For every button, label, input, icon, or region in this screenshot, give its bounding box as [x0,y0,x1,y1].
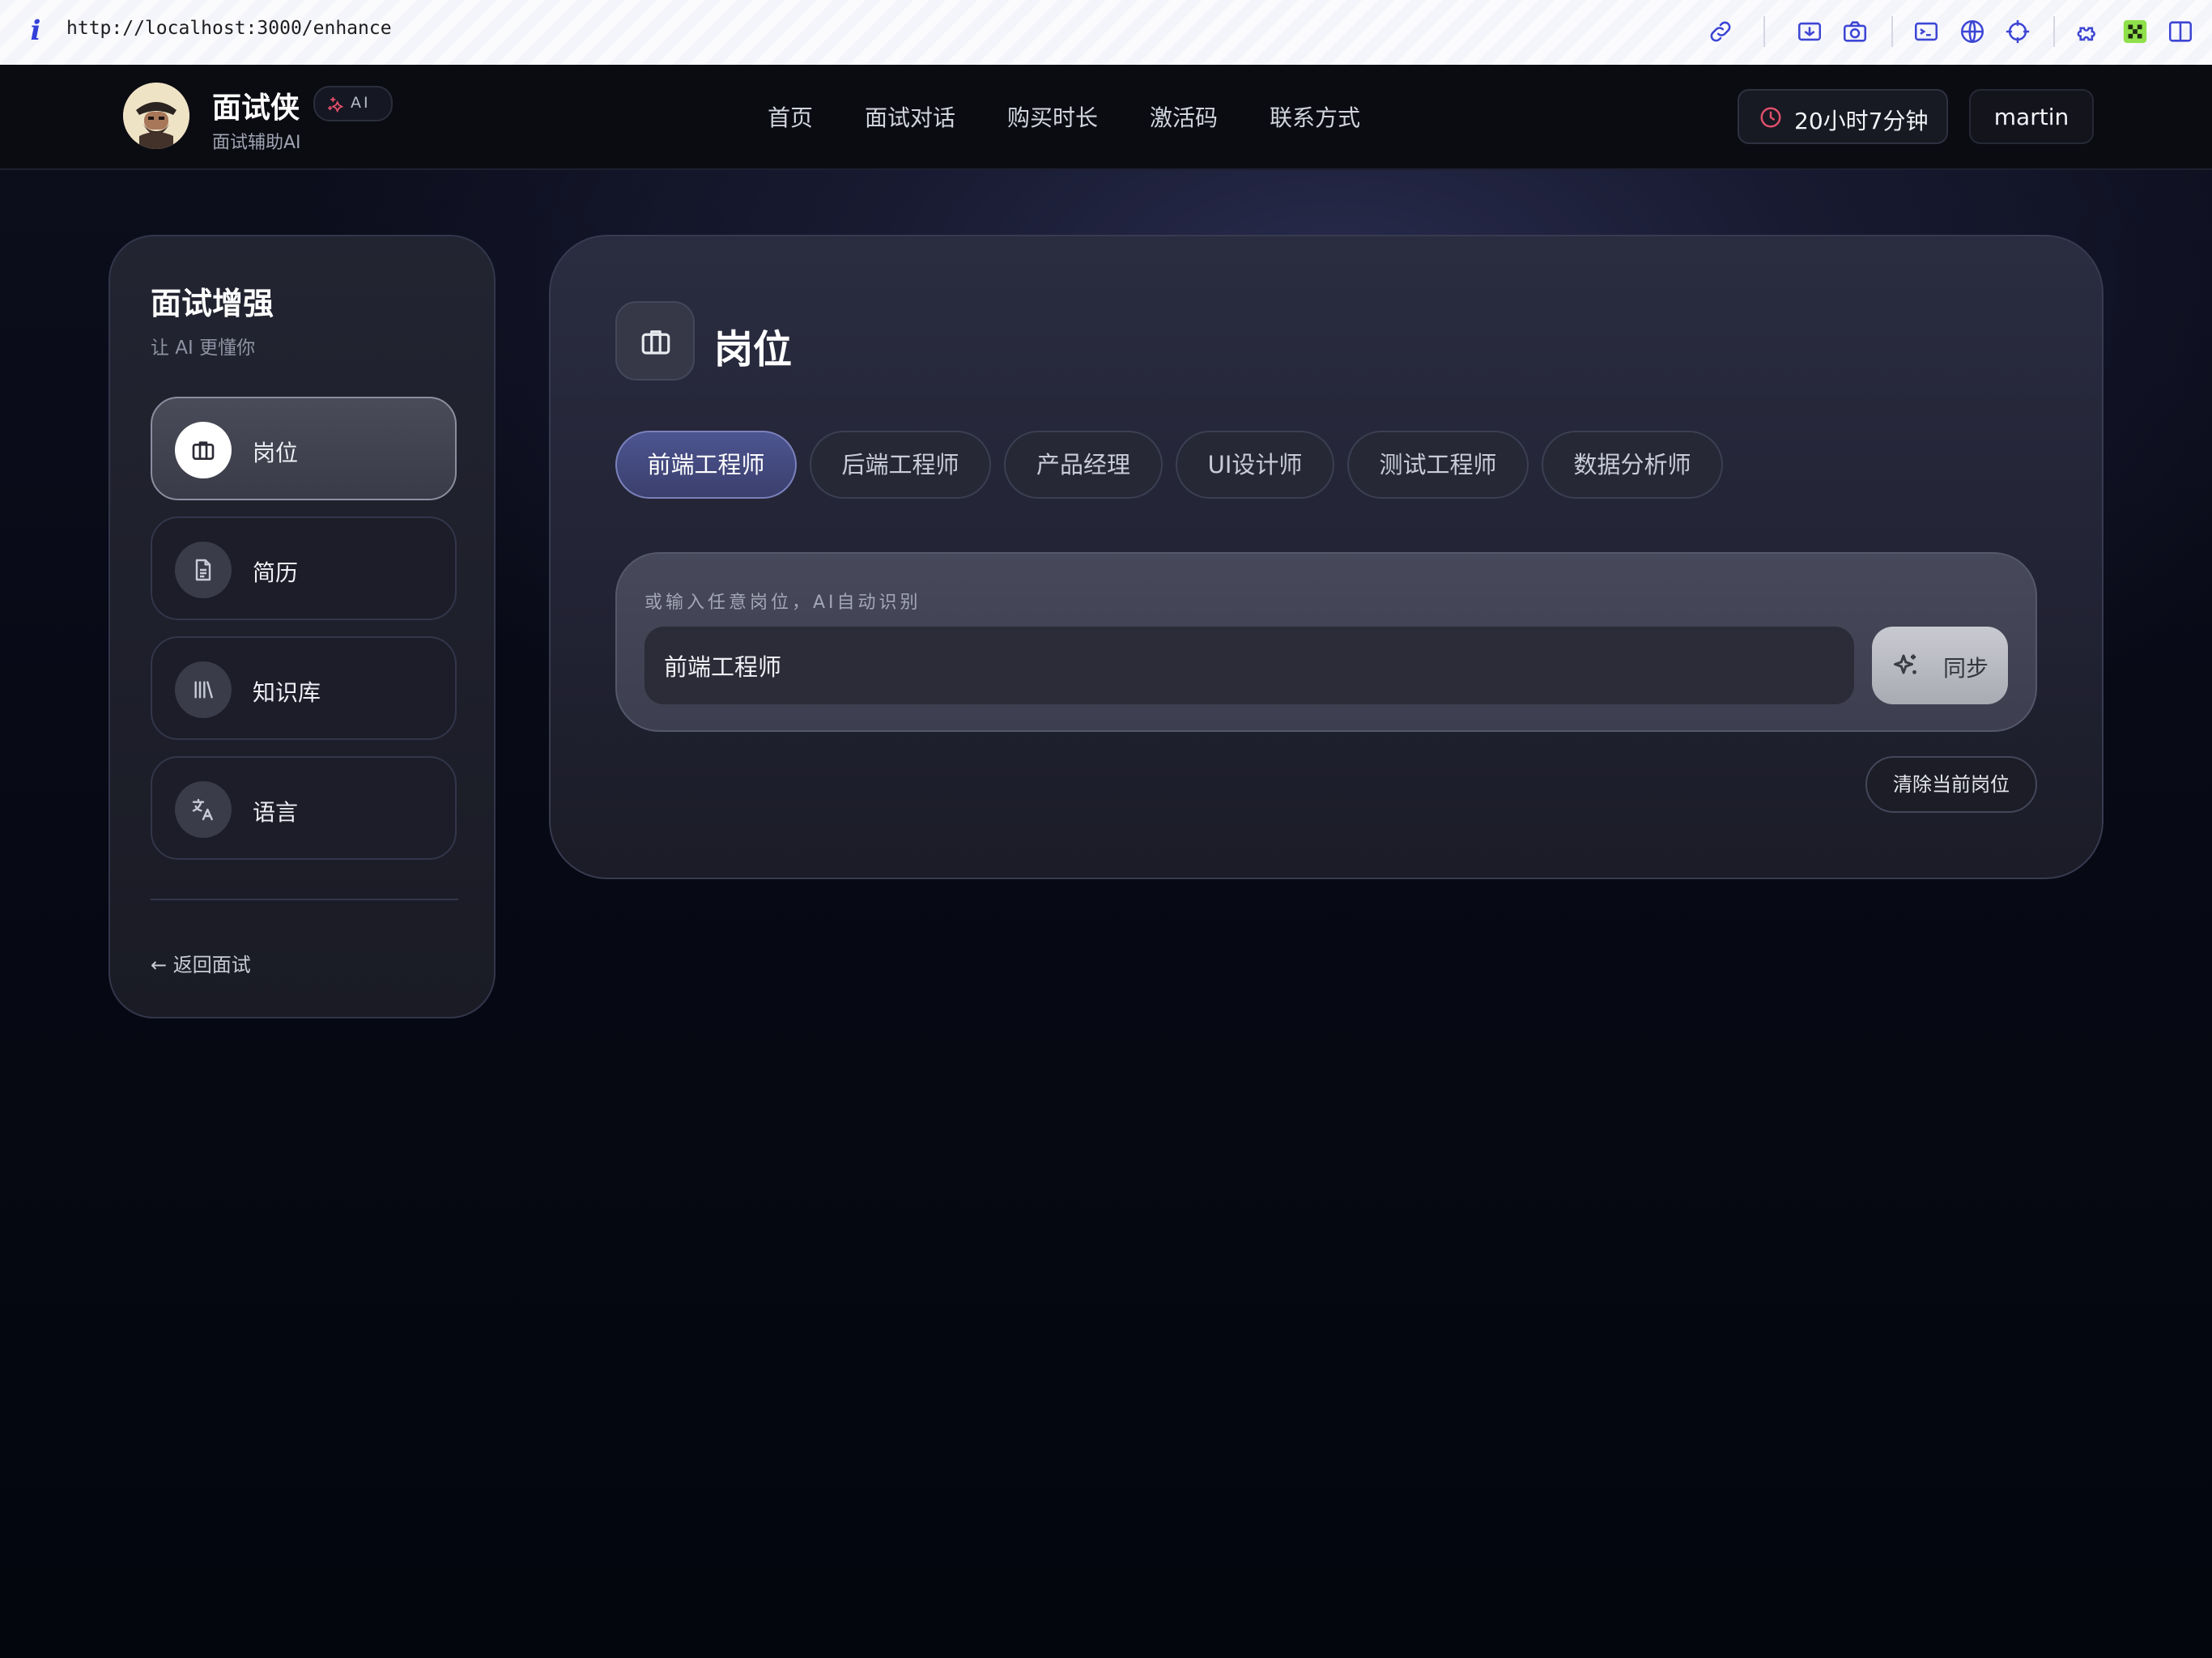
crosshair-icon[interactable] [2004,18,2031,45]
clock-icon [1760,107,1781,128]
document-icon [175,542,232,598]
brand-subtitle: 面试辅助AI [212,133,301,153]
ai-badge-label: AI [351,94,371,112]
globe-icon[interactable] [1959,18,1986,45]
sparkle-icon [327,96,344,113]
info-icon[interactable]: i [24,13,47,49]
nav-link-interview-chat[interactable]: 面试对话 [865,100,955,133]
sync-button[interactable]: 同步 [1872,627,2008,704]
clear-position-button[interactable]: 清除当前岗位 [1865,756,2037,813]
sidebar-item-resume[interactable]: 简历 [151,517,457,620]
sparkle-icon [1894,654,1916,674]
chip-data-analyst[interactable]: 数据分析师 [1542,431,1723,499]
chip-test-engineer[interactable]: 测试工程师 [1347,431,1529,499]
user-menu-button[interactable]: martin [1969,89,2094,144]
custom-position-card: 或输入任意岗位，AI自动识别 同步 [615,552,2037,732]
sidebar-item-label: 简历 [253,559,299,586]
sidebar-item-language[interactable]: 语言 [151,756,457,860]
sync-button-label: 同步 [1943,655,1989,682]
remaining-time-text: 20小时7分钟 [1794,108,1929,134]
username-text: martin [1993,104,2069,130]
sidebar-toggle-icon[interactable] [2167,18,2194,45]
sidebar-item-knowledge-base[interactable]: 知识库 [151,636,457,740]
address-bar-url[interactable]: http://localhost:3000/enhance [66,18,392,39]
nav-link-activation-code[interactable]: 激活码 [1150,100,1218,133]
sidebar-subtitle: 让 AI 更懂你 [151,338,256,359]
brand-logo-avatar[interactable] [123,83,189,149]
chip-ui-designer[interactable]: UI设计师 [1176,431,1334,499]
sidebar-title: 面试增强 [151,286,274,321]
back-to-interview-link[interactable]: ← 返回面试 [151,949,251,977]
browser-toolbar: i http://localhost:3000/enhance [0,0,2212,66]
chip-frontend-engineer[interactable]: 前端工程师 [615,431,797,499]
enhance-sidebar: 面试增强 让 AI 更懂你 岗位 简历 知识库 语言 ← 返回面试 [108,235,496,1018]
chip-backend-engineer[interactable]: 后端工程师 [810,431,991,499]
position-input[interactable] [644,627,1854,704]
nav-link-contact[interactable]: 联系方式 [1270,100,1360,133]
ai-badge: AI [313,86,393,121]
sidebar-item-label: 语言 [253,799,299,826]
screenshot-icon[interactable] [1796,18,1823,45]
nav-link-buy-time[interactable]: 购买时长 [1007,100,1098,133]
sidebar-divider [151,899,458,900]
panel-title: 岗位 [714,327,793,372]
extension-icon[interactable] [2076,18,2104,45]
translate-icon [175,781,232,838]
chip-product-manager[interactable]: 产品经理 [1004,431,1163,499]
terminal-icon[interactable] [1912,18,1940,45]
position-panel: 岗位 前端工程师 后端工程师 产品经理 UI设计师 测试工程师 数据分析师 或输… [549,235,2104,879]
briefcase-icon [615,301,695,380]
sidebar-item-position[interactable]: 岗位 [151,397,457,500]
library-icon [175,661,232,718]
camera-icon[interactable] [1841,18,1869,45]
sidebar-item-label: 岗位 [253,440,299,466]
link-icon[interactable] [1707,18,1734,45]
nav-link-home[interactable]: 首页 [768,100,813,133]
briefcase-icon [175,422,232,478]
top-navigation: 面试侠 AI 面试辅助AI 首页 面试对话 购买时长 激活码 联系方式 20小时… [0,65,2212,170]
brand-name[interactable]: 面试侠 [212,84,300,126]
qr-icon[interactable] [2121,18,2149,45]
remaining-time-button[interactable]: 20小时7分钟 [1738,89,1948,144]
sidebar-item-label: 知识库 [253,679,321,706]
custom-position-hint: 或输入任意岗位，AI自动识别 [644,593,921,613]
